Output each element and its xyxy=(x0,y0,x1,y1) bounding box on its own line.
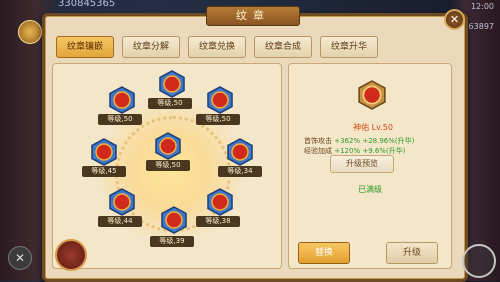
emblem-level: 等级,38 xyxy=(196,216,240,227)
clock: 12:00 xyxy=(470,2,494,11)
stat-extra: +9.6%(升华) xyxy=(362,147,406,155)
stat-label: 首饰攻击 xyxy=(304,137,332,145)
max-level-status: 已满级 xyxy=(358,185,382,194)
tab-emblem-sublimate[interactable]: 纹章升华 xyxy=(320,36,378,58)
tab-emblem-inlay[interactable]: 纹章镶嵌 xyxy=(56,36,114,58)
emblem-hex-icon xyxy=(161,206,187,234)
stat-label: 经验加成 xyxy=(304,147,332,155)
close-button[interactable]: ✕ xyxy=(444,9,465,30)
emblem-level: 等级,50 xyxy=(146,160,190,171)
emblem-slot-9[interactable] xyxy=(206,188,234,216)
emblem-level: 等级,34 xyxy=(218,166,262,177)
stat-row-attack: 首饰攻击 +362% +28.96%(升华) xyxy=(304,136,414,146)
emblem-slot-6[interactable] xyxy=(226,138,254,166)
emblem-slot-2[interactable] xyxy=(158,70,186,98)
emblem-slot-3[interactable] xyxy=(206,86,234,114)
close-icon[interactable]: ✕ xyxy=(8,246,32,270)
emblem-hex-icon xyxy=(227,138,253,166)
emblem-level: 等级,39 xyxy=(150,236,194,247)
tab-emblem-combine[interactable]: 纹章合成 xyxy=(254,36,312,58)
action-circle-icon[interactable] xyxy=(462,244,496,278)
emblem-hex-icon xyxy=(207,188,233,216)
emblem-level: 等级,50 xyxy=(98,114,142,125)
emblem-name: 神佑 Lv.50 xyxy=(353,123,393,132)
stat-value: +362% xyxy=(334,137,361,145)
emblem-slot-1[interactable] xyxy=(108,86,136,114)
tab-emblem-exchange[interactable]: 纹章兑换 xyxy=(188,36,246,58)
emblem-slot-8[interactable] xyxy=(160,206,188,234)
selected-emblem-icon xyxy=(357,80,387,110)
top-right-number: 63897 xyxy=(468,22,494,31)
upgrade-preview-button[interactable]: 升级预览 xyxy=(330,155,394,173)
emblem-slot-7[interactable] xyxy=(108,188,136,216)
tab-emblem-decompose[interactable]: 纹章分解 xyxy=(122,36,180,58)
emblem-hex-icon xyxy=(109,188,135,216)
emblem-hex-icon xyxy=(207,86,233,114)
emblem-level: 等级,44 xyxy=(98,216,142,227)
top-left-number: 330845365 xyxy=(58,0,116,9)
emblem-hex-icon xyxy=(91,138,117,166)
emblem-hex-icon xyxy=(159,70,185,98)
emblem-hex-icon xyxy=(109,86,135,114)
emblem-slot-4[interactable] xyxy=(90,138,118,166)
emblem-hex-icon xyxy=(155,132,181,160)
skill-icon[interactable] xyxy=(55,239,87,271)
tab-bar: 纹章镶嵌 纹章分解 纹章兑换 纹章合成 纹章升华 xyxy=(56,36,378,58)
replace-button[interactable]: 替换 xyxy=(298,242,350,264)
panel-title: 纹章 xyxy=(206,6,300,26)
emblem-slot-center[interactable] xyxy=(154,132,182,160)
upgrade-button[interactable]: 升级 xyxy=(386,242,438,264)
emblem-level: 等级,50 xyxy=(148,98,192,109)
guild-emblem-icon[interactable] xyxy=(18,20,42,44)
emblem-level: 等级,45 xyxy=(82,166,126,177)
stat-value: +120% xyxy=(334,147,361,155)
stat-extra: +28.96%(升华) xyxy=(362,137,415,145)
emblem-level: 等级,50 xyxy=(196,114,240,125)
